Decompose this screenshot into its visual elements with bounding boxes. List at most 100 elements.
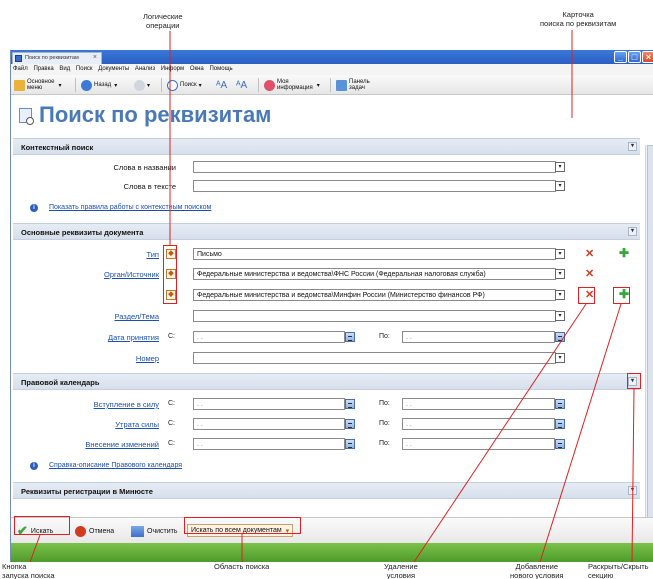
from-label: С:: [168, 400, 175, 407]
section-main-requisites[interactable]: Основные реквизиты документа ▾: [13, 223, 640, 240]
document-tab[interactable]: Поиск по реквизитам ×: [12, 52, 102, 64]
context-rules-link[interactable]: Показать правила работы с контекстным по…: [49, 204, 211, 211]
chevron-down-icon[interactable]: ▾: [555, 290, 565, 300]
section-topic-input[interactable]: [193, 310, 556, 322]
amendments-to[interactable]: . .: [402, 438, 555, 450]
menu-view[interactable]: Вид: [59, 66, 70, 72]
section-ministry-registration[interactable]: Реквизиты регистрации в Минюсте ▾: [13, 482, 640, 499]
calendar-icon[interactable]: [555, 419, 565, 429]
organ-input-2[interactable]: Федеральные министерства и ведомства\Мин…: [193, 289, 556, 301]
words-in-title-label: Слова в названии: [113, 163, 176, 172]
calendar-icon[interactable]: [345, 439, 355, 449]
amendments-from[interactable]: . .: [193, 438, 345, 450]
clear-button[interactable]: Очистить: [131, 524, 177, 538]
tab-close-icon[interactable]: ×: [93, 54, 97, 61]
chevron-down-icon: ▾: [198, 82, 202, 89]
forward-button[interactable]: ▾: [134, 78, 150, 92]
legal-calendar-help-link[interactable]: Справка-описание Правового календаря: [49, 462, 182, 469]
to-label: По:: [379, 333, 390, 340]
calendar-icon[interactable]: [345, 399, 355, 409]
section-toggle-icon[interactable]: ▾: [628, 227, 637, 236]
chevron-down-icon[interactable]: ▾: [555, 311, 565, 321]
chevron-down-icon[interactable]: ▾: [555, 181, 565, 191]
highlight-search-button: [14, 516, 70, 535]
type-input[interactable]: Письмо: [193, 248, 556, 260]
loss-of-force-from[interactable]: . .: [193, 418, 345, 430]
close-window-button[interactable]: ×: [642, 51, 653, 63]
loss-of-force-to[interactable]: . .: [402, 418, 555, 430]
words-in-title-input[interactable]: [193, 161, 556, 173]
number-label[interactable]: Номер: [51, 354, 159, 363]
from-label: С:: [168, 420, 175, 427]
entry-into-force-from[interactable]: . .: [193, 398, 345, 410]
search-menu-button[interactable]: Поиск ▾: [167, 78, 202, 92]
loss-of-force-label[interactable]: Утрата силы: [51, 420, 159, 429]
chevron-down-icon[interactable]: ▾: [555, 269, 565, 279]
calendar-icon[interactable]: [555, 439, 565, 449]
menu-windows[interactable]: Окна: [190, 66, 204, 72]
main-menu-button[interactable]: Основное меню ▾: [14, 78, 62, 92]
cancel-button[interactable]: Отмена: [75, 524, 114, 538]
chevron-down-icon[interactable]: ▾: [555, 353, 565, 363]
section-toggle-icon[interactable]: ▾: [628, 486, 637, 495]
remove-condition-icon[interactable]: ✕: [585, 249, 594, 260]
chevron-down-icon: ▾: [58, 82, 62, 89]
to-label: По:: [379, 420, 390, 427]
callout-logic-operations: Логические операции: [143, 12, 183, 30]
highlight-logic-ops: [163, 245, 177, 304]
entry-into-force-label[interactable]: Вступление в силу: [51, 400, 159, 409]
add-condition-icon[interactable]: ✚: [619, 247, 629, 259]
remove-condition-icon[interactable]: ✕: [585, 269, 594, 280]
entry-into-force-to[interactable]: . .: [402, 398, 555, 410]
maximize-button[interactable]: □: [628, 51, 641, 63]
back-button[interactable]: Назад ▾: [81, 78, 117, 92]
menu-file[interactable]: Файл: [13, 66, 28, 72]
vertical-scrollbar[interactable]: [645, 145, 653, 562]
calendar-icon[interactable]: [345, 419, 355, 429]
section-context-search[interactable]: Контекстный поиск ▾: [13, 138, 640, 155]
tab-title: Поиск по реквизитам: [25, 55, 79, 61]
adoption-date-from[interactable]: . .: [193, 331, 345, 343]
minimize-button[interactable]: _: [614, 51, 627, 63]
chevron-down-icon[interactable]: ▾: [555, 249, 565, 259]
section-legal-calendar[interactable]: Правовой календарь ▾: [13, 373, 640, 390]
chevron-down-icon[interactable]: ▾: [555, 162, 565, 172]
number-input[interactable]: [193, 352, 556, 364]
from-label: С:: [168, 333, 175, 340]
adoption-date-label[interactable]: Дата принятия: [51, 333, 159, 342]
words-in-text-input[interactable]: [193, 180, 556, 192]
adoption-date-to[interactable]: . .: [402, 331, 555, 343]
section-topic-label[interactable]: Раздел/Тема: [51, 312, 159, 321]
scrollbar-thumb[interactable]: [647, 145, 653, 525]
calendar-icon[interactable]: [555, 399, 565, 409]
menu-inform[interactable]: Информ: [161, 66, 184, 72]
decrease-font-icon[interactable]: ᴬA: [236, 78, 247, 92]
type-label[interactable]: Тип: [51, 250, 159, 259]
bottom-action-bar: ✔ Искать Отмена Очистить Искать по всем …: [11, 517, 653, 543]
search-icon: [167, 79, 178, 91]
title-bar: Поиск по реквизитам × _ □ ×: [11, 50, 653, 64]
menu-edit[interactable]: Правка: [33, 66, 53, 72]
callout-search-card: Карточка поиска по реквизитам: [540, 10, 617, 28]
highlight-toggle-section: [627, 373, 641, 389]
calendar-icon[interactable]: [555, 332, 565, 342]
task-panel-button[interactable]: Панель задач: [336, 78, 370, 92]
app-window: Поиск по реквизитам × _ □ × Файл Правка …: [10, 50, 653, 562]
home-icon: [14, 79, 25, 91]
section-toggle-icon[interactable]: ▾: [628, 142, 637, 151]
chevron-down-icon: ▾: [147, 82, 151, 89]
menu-documents[interactable]: Документы: [98, 66, 129, 72]
increase-font-icon[interactable]: ᴬA: [216, 78, 227, 92]
organ-input-1[interactable]: Федеральные министерства и ведомства\ФНС…: [193, 268, 556, 280]
organ-source-label[interactable]: Орган/Источник: [51, 270, 159, 279]
callout-remove-condition: Удаление условия: [384, 562, 418, 579]
highlight-add-condition: [613, 287, 630, 304]
calendar-icon[interactable]: [345, 332, 355, 342]
menu-help[interactable]: Помощь: [209, 66, 232, 72]
my-info-button[interactable]: Моя информация ▾: [264, 78, 320, 92]
page-title: Поиск по реквизитам: [19, 102, 271, 128]
menu-analysis[interactable]: Анализ: [135, 66, 155, 72]
highlight-remove-condition: [578, 287, 595, 304]
menu-search[interactable]: Поиск: [76, 66, 93, 72]
amendments-label[interactable]: Внесение изменений: [51, 440, 159, 449]
